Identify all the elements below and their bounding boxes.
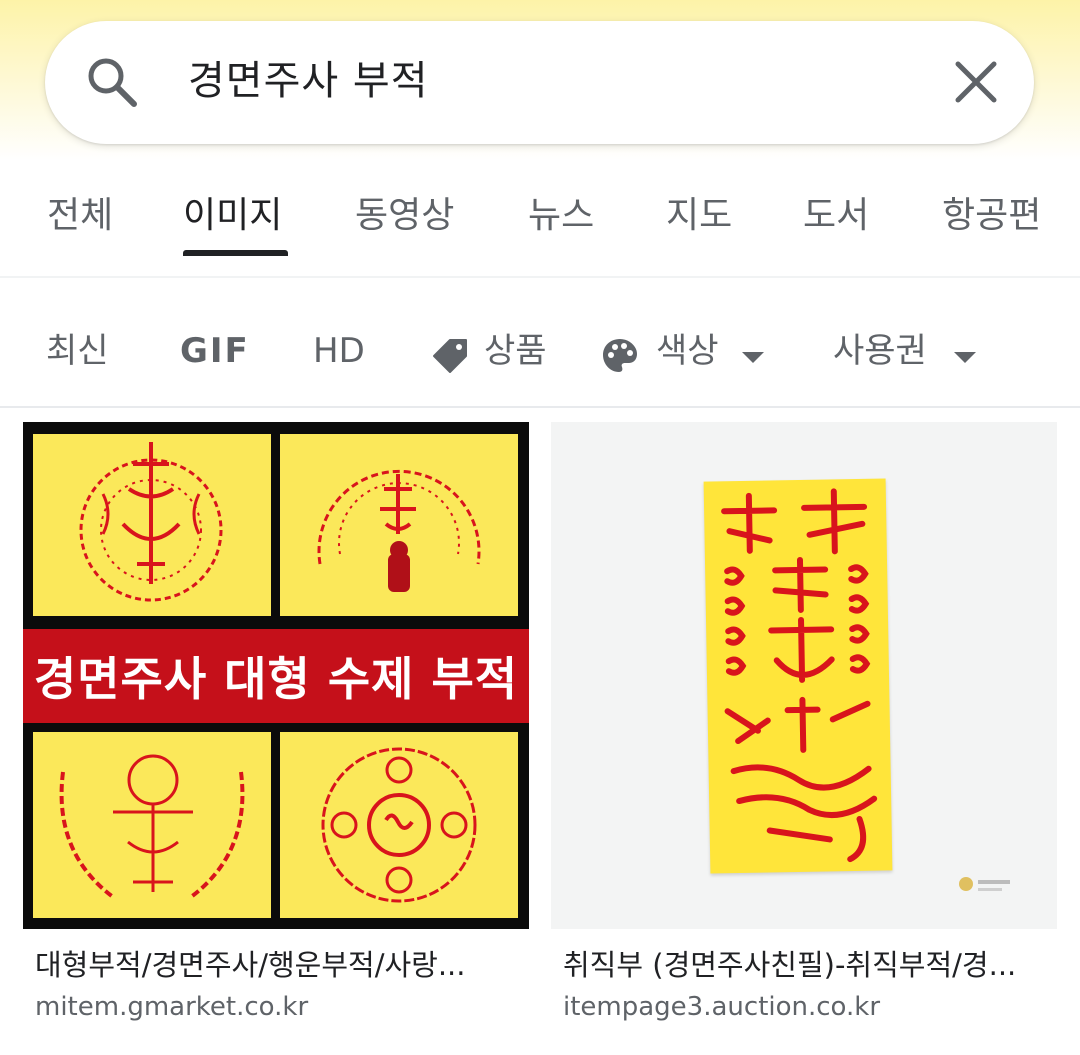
close-icon[interactable] xyxy=(952,58,1000,106)
talisman-panel xyxy=(33,434,271,616)
image-banner: 경면주사 대형 수제 부적 xyxy=(23,629,529,723)
divider xyxy=(0,276,1080,278)
chip-gif[interactable]: GIF xyxy=(180,328,250,374)
search-tabs: 전체 이미지 동영상 뉴스 지도 도서 항공편 xyxy=(0,180,1080,260)
talisman-drawing xyxy=(79,442,223,602)
watermark-logo xyxy=(959,877,1010,891)
result-title[interactable]: 대형부적/경면주사/행운부적/사랑... xyxy=(35,944,517,986)
chip-color[interactable]: 색상 xyxy=(656,328,719,374)
chip-hd[interactable]: HD xyxy=(313,328,365,374)
tag-icon xyxy=(433,339,467,373)
search-icon[interactable] xyxy=(84,54,140,110)
filter-chips: 최신 GIF HD 상품 색상 사용권 xyxy=(0,310,1080,390)
talisman-drawing xyxy=(721,488,878,863)
chip-products[interactable]: 상품 xyxy=(484,328,547,374)
talisman-panel xyxy=(33,732,271,918)
talisman-drawing xyxy=(59,754,245,899)
chip-usage-rights[interactable]: 사용권 xyxy=(833,328,927,374)
tab-maps[interactable]: 지도 xyxy=(666,192,732,240)
result-title[interactable]: 취직부 (경면주사친필)-취직부적/경... xyxy=(563,944,1045,986)
talisman-drawing xyxy=(321,747,477,903)
search-input[interactable]: 경면주사 부적 xyxy=(188,53,429,109)
palette-icon xyxy=(603,339,637,372)
result-source[interactable]: itempage3.auction.co.kr xyxy=(563,988,880,1026)
result-source[interactable]: mitem.gmarket.co.kr xyxy=(35,988,308,1026)
tab-news[interactable]: 뉴스 xyxy=(528,192,594,240)
talisman-drawing xyxy=(317,469,481,592)
talisman-paper xyxy=(703,478,893,874)
result-thumbnail[interactable]: 경면주사 대형 수제 부적 xyxy=(23,422,529,929)
divider xyxy=(0,406,1080,408)
tab-all[interactable]: 전체 xyxy=(47,192,113,240)
talisman-panel xyxy=(280,732,518,918)
chevron-down-icon[interactable] xyxy=(954,352,976,363)
talisman-panel xyxy=(280,434,518,616)
chip-recent[interactable]: 최신 xyxy=(46,328,109,374)
chevron-down-icon[interactable] xyxy=(742,352,764,363)
tab-images[interactable]: 이미지 xyxy=(183,192,282,240)
tab-videos[interactable]: 동영상 xyxy=(355,192,454,240)
tab-books[interactable]: 도서 xyxy=(803,192,869,240)
active-tab-indicator xyxy=(183,250,288,256)
tab-flights[interactable]: 항공편 xyxy=(942,192,1041,240)
result-thumbnail[interactable] xyxy=(551,422,1057,929)
banner-text: 경면주사 대형 수제 부적 xyxy=(33,652,519,706)
